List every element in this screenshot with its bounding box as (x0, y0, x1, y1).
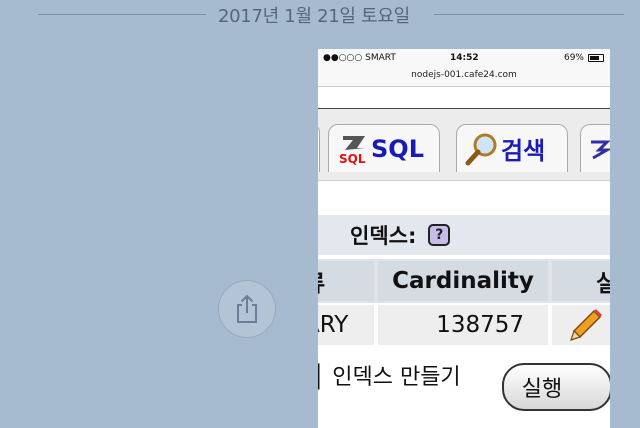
time-label: 14:52 (450, 53, 479, 63)
date-label: 2017년 1월 21일 토요일 (218, 6, 410, 27)
table-row: ARY 138757 (318, 303, 610, 347)
sql-icon: SQL (339, 135, 366, 166)
index-title-text: 인덱스: (350, 224, 417, 248)
battery-icon (588, 54, 604, 62)
date-divider: 2017년 1월 21일 토요일 (0, 0, 640, 28)
index-table: 류 Cardinality 실 ARY 138757 (318, 259, 610, 347)
status-bar: ●●○○○ SMART 14:52 69% (318, 49, 610, 69)
tab-sql[interactable]: SQL SQL (328, 124, 440, 172)
table-cell: ARY (318, 305, 374, 345)
shared-screenshot-image[interactable]: ●●○○○ SMART 14:52 69% nodejs-001.cafe24.… (318, 49, 610, 428)
column-header: 류 (318, 261, 374, 301)
index-section-title: 인덱스: ? (318, 215, 610, 255)
help-icon[interactable]: ? (428, 224, 451, 246)
tab-strip: SQL SQL 검색 (318, 109, 610, 181)
edit-cell[interactable] (552, 305, 610, 345)
svg-text:SQL: SQL (339, 152, 366, 166)
tab-search-label: 검색 (501, 137, 546, 165)
tab-search[interactable]: 검색 (456, 124, 568, 172)
share-button[interactable] (218, 280, 276, 338)
create-index-label: │ 인덱스 만들기 (318, 365, 461, 390)
create-index-row: │ 인덱스 만들기 실행 (318, 349, 610, 428)
url-bar: nodejs-001.cafe24.com (318, 69, 610, 87)
column-header: 실 (552, 261, 610, 301)
share-icon (237, 294, 257, 323)
tab-sql-label: SQL (371, 134, 424, 163)
tab-previous[interactable] (318, 124, 320, 172)
battery-label: 69% (563, 53, 584, 63)
column-header: Cardinality (378, 261, 548, 301)
tab-next-icon (591, 140, 610, 159)
carrier-label: ●●○○○ SMART (323, 53, 396, 63)
toolbar-gap (318, 87, 610, 109)
magnifier-icon (465, 133, 497, 165)
table-cell: 138757 (378, 305, 548, 345)
run-button[interactable]: 실행 (502, 363, 610, 411)
divider-line-right (434, 14, 624, 15)
divider-line-left (38, 14, 206, 15)
tab-next[interactable] (580, 124, 610, 172)
pencil-icon (570, 309, 602, 341)
table-header-row: 류 Cardinality 실 (318, 259, 610, 303)
